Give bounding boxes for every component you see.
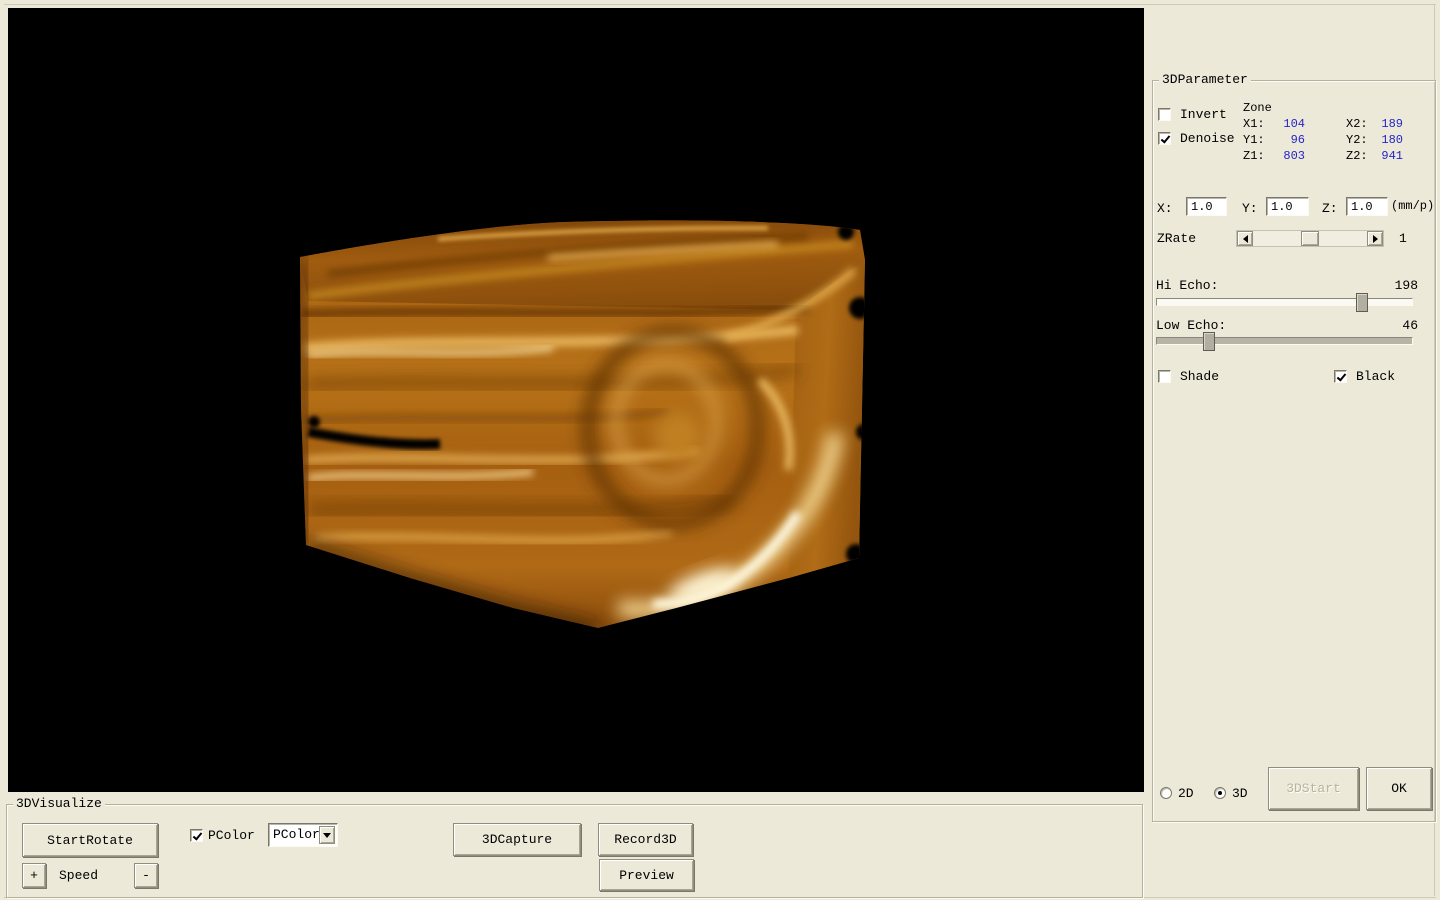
z-scale-label: Z: bbox=[1322, 201, 1338, 216]
3dcapture-button[interactable]: 3DCapture bbox=[453, 823, 581, 856]
zone-x2-value: 189 bbox=[1375, 117, 1403, 132]
zone-y1-value: 96 bbox=[1271, 133, 1305, 148]
zone-z1-value: 803 bbox=[1271, 149, 1305, 164]
zrate-thumb[interactable] bbox=[1301, 231, 1319, 246]
hi-echo-track[interactable] bbox=[1156, 298, 1413, 306]
mode-2d-label: 2D bbox=[1178, 786, 1194, 801]
zrate-value: 1 bbox=[1399, 231, 1407, 246]
window-frame-top bbox=[4, 4, 1436, 5]
left-arrow-icon bbox=[1243, 235, 1248, 243]
black-checkbox[interactable] bbox=[1334, 370, 1347, 383]
pcolor-dropdown[interactable]: PColor bbox=[268, 823, 338, 847]
render-viewport[interactable] bbox=[8, 8, 1144, 792]
zone-title: Zone bbox=[1243, 101, 1272, 116]
z-scale-input[interactable] bbox=[1346, 197, 1388, 216]
pcolor-label: PColor bbox=[208, 828, 255, 843]
scale-unit-label: (mm/p) bbox=[1391, 199, 1434, 214]
low-echo-track[interactable] bbox=[1156, 337, 1413, 345]
zone-y2-label: Y2: bbox=[1346, 133, 1368, 148]
denoise-label: Denoise bbox=[1180, 131, 1235, 146]
app-window: 3DParameter Invert Denoise Zone X1: 104 … bbox=[0, 0, 1440, 900]
mode-3d-radio[interactable] bbox=[1214, 787, 1226, 799]
3dvisualize-group-title: 3DVisualize bbox=[13, 796, 105, 811]
invert-label: Invert bbox=[1180, 107, 1227, 122]
shade-label: Shade bbox=[1180, 369, 1219, 384]
speed-label: Speed bbox=[59, 868, 98, 883]
invert-checkbox[interactable] bbox=[1158, 108, 1171, 121]
zone-z2-label: Z2: bbox=[1346, 149, 1368, 164]
low-echo-thumb[interactable] bbox=[1203, 332, 1215, 351]
zrate-scrollbar[interactable] bbox=[1236, 230, 1384, 247]
3dstart-button[interactable]: 3DStart bbox=[1268, 767, 1359, 810]
speed-minus-button[interactable]: - bbox=[134, 863, 158, 888]
3dvisualize-group: 3DVisualize StartRotate + Speed - PColor… bbox=[6, 804, 1143, 898]
3dparameter-group: 3DParameter Invert Denoise Zone X1: 104 … bbox=[1152, 80, 1436, 822]
right-arrow-icon bbox=[1373, 235, 1378, 243]
x-scale-label: X: bbox=[1157, 201, 1173, 216]
zone-y1-label: Y1: bbox=[1243, 133, 1265, 148]
speed-plus-button[interactable]: + bbox=[22, 863, 46, 888]
start-rotate-button[interactable]: StartRotate bbox=[22, 823, 158, 857]
pcolor-dropdown-arrow[interactable] bbox=[319, 826, 335, 844]
record3d-button[interactable]: Record3D bbox=[598, 823, 693, 856]
shade-checkbox[interactable] bbox=[1158, 370, 1171, 383]
zone-y2-value: 180 bbox=[1375, 133, 1403, 148]
zone-x2-label: X2: bbox=[1346, 117, 1368, 132]
hi-echo-label: Hi Echo: bbox=[1156, 278, 1218, 293]
y-scale-input[interactable] bbox=[1266, 197, 1309, 216]
hi-echo-thumb[interactable] bbox=[1356, 293, 1368, 312]
chevron-down-icon bbox=[323, 833, 331, 838]
low-echo-value: 46 bbox=[1353, 318, 1418, 333]
zone-x1-label: X1: bbox=[1243, 117, 1265, 132]
zrate-track[interactable] bbox=[1253, 231, 1367, 246]
low-echo-label: Low Echo: bbox=[1156, 318, 1226, 333]
zrate-label: ZRate bbox=[1157, 231, 1196, 246]
volume-render bbox=[8, 8, 1144, 792]
3dparameter-group-title: 3DParameter bbox=[1159, 72, 1251, 87]
x-scale-input[interactable] bbox=[1186, 197, 1227, 216]
zone-x1-value: 104 bbox=[1271, 117, 1305, 132]
mode-2d-radio[interactable] bbox=[1160, 787, 1172, 799]
pcolor-dropdown-value: PColor bbox=[273, 827, 320, 842]
ok-button[interactable]: OK bbox=[1366, 767, 1432, 810]
preview-button[interactable]: Preview bbox=[599, 859, 694, 891]
hi-echo-value: 198 bbox=[1353, 278, 1418, 293]
zone-z2-value: 941 bbox=[1375, 149, 1403, 164]
zrate-left-arrow[interactable] bbox=[1237, 231, 1253, 246]
y-scale-label: Y: bbox=[1242, 201, 1258, 216]
pcolor-checkbox[interactable] bbox=[190, 829, 203, 842]
black-label: Black bbox=[1356, 369, 1395, 384]
denoise-checkbox[interactable] bbox=[1158, 132, 1171, 145]
zrate-right-arrow[interactable] bbox=[1367, 231, 1383, 246]
mode-3d-label: 3D bbox=[1232, 786, 1248, 801]
zone-z1-label: Z1: bbox=[1243, 149, 1265, 164]
